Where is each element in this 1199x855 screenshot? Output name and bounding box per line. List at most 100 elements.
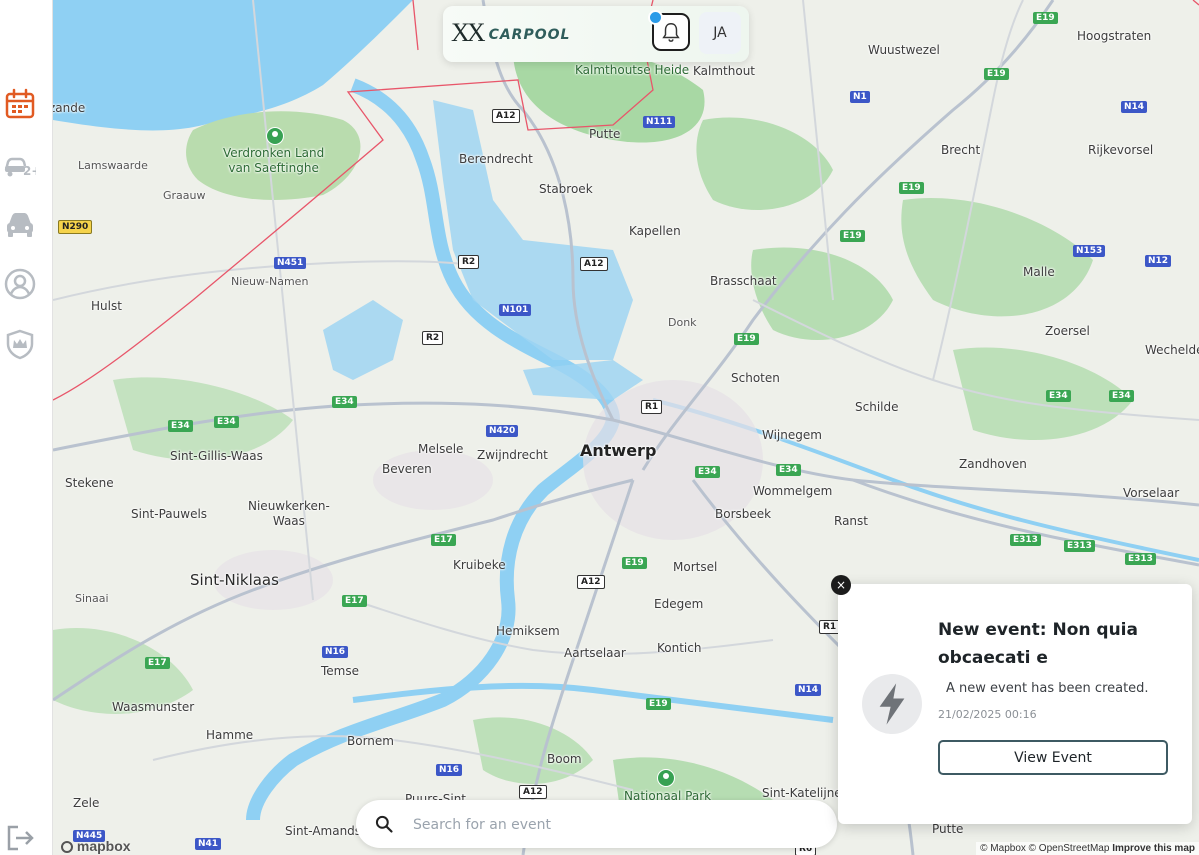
shield-crown-icon	[6, 329, 34, 360]
view-event-button[interactable]: View Event	[938, 740, 1168, 775]
place-label: Berendrecht	[459, 152, 533, 166]
road-shield: N16	[436, 764, 463, 776]
sidebar-item-car[interactable]	[3, 207, 37, 241]
place-label: Donk	[668, 316, 697, 329]
sidebar-item-profile[interactable]	[3, 267, 37, 301]
place-label: Sint-Pauwels	[131, 507, 208, 521]
app-logo[interactable]: XX CARPOOL	[451, 20, 570, 46]
road-shield: A12	[519, 785, 547, 799]
road-shield: N1	[850, 91, 870, 103]
place-label: Wuustwezel	[868, 43, 940, 57]
sidebar-item-admin[interactable]	[3, 327, 37, 361]
logo-wordmark: CARPOOL	[488, 27, 571, 43]
road-shield: E17	[145, 657, 170, 669]
road-shield: E34	[695, 466, 720, 478]
road-shield: E19	[622, 557, 647, 569]
place-label: Hemiksem	[496, 624, 560, 638]
place-label: Wechelderza	[1145, 343, 1199, 357]
place-label: Graauw	[163, 189, 206, 202]
avatar[interactable]: JA	[699, 12, 741, 54]
notification-indicator	[648, 10, 663, 25]
place-label: Hoogstraten	[1077, 29, 1152, 43]
road-shield: N16	[322, 646, 349, 658]
place-label: Bornem	[347, 734, 394, 748]
place-label: Putte	[589, 127, 621, 141]
place-label: Melsele	[418, 442, 464, 456]
close-notification-button[interactable]: ×	[831, 575, 851, 595]
place-label: Hamme	[206, 728, 254, 742]
calendar-icon	[5, 88, 35, 119]
sidebar-item-calendar[interactable]	[3, 87, 37, 121]
place-label: Vorselaar	[1123, 486, 1180, 500]
road-shield: N420	[486, 425, 519, 437]
place-label: Zwijndrecht	[477, 448, 548, 462]
place-label: Mortsel	[673, 560, 718, 574]
place-label: Stekene	[65, 476, 114, 490]
mapbox-logo-icon	[61, 841, 73, 853]
mapbox-logo[interactable]: mapbox	[61, 838, 131, 854]
sidebar-item-carpool[interactable]: 2+	[3, 147, 37, 181]
logout-icon	[7, 825, 34, 851]
park-marker-icon	[657, 769, 675, 787]
place-label: Sint-Gillis-Waas	[170, 449, 263, 463]
road-shield: E34	[214, 416, 239, 428]
road-shield: R1	[641, 400, 663, 414]
road-shield: N451	[274, 257, 307, 269]
road-shield: E19	[984, 68, 1009, 80]
place-label: Schoten	[731, 371, 780, 385]
search-icon	[375, 815, 393, 833]
road-shield: E19	[899, 182, 924, 194]
road-shield: E34	[1046, 390, 1071, 402]
road-shield: N12	[1145, 255, 1172, 267]
place-label: Kontich	[657, 641, 702, 655]
park-marker-icon	[266, 127, 284, 145]
place-label: Kruibeke	[453, 558, 506, 572]
place-label: Kalmthout	[693, 64, 755, 78]
logo-mark: XX	[451, 18, 486, 47]
place-label: Rijkevorsel	[1088, 143, 1154, 157]
place-label: Aartselaar	[564, 646, 626, 660]
notification-icon-circle	[862, 674, 922, 734]
road-shield: N153	[1073, 245, 1106, 257]
road-shield: N290	[58, 220, 93, 234]
place-label: Zele	[73, 796, 100, 810]
place-label: Borsbeek	[715, 507, 772, 521]
place-label: Sint-Niklaas	[190, 571, 279, 589]
road-shield: E34	[776, 464, 801, 476]
place-label: Sinaai	[75, 592, 109, 605]
place-label: Boom	[547, 752, 582, 766]
place-label: Malle	[1023, 265, 1055, 279]
place-label: Lamswaarde	[78, 159, 148, 172]
road-shield: E34	[168, 420, 193, 432]
notification-timestamp: 21/02/2025 00:16	[938, 708, 1037, 721]
place-label: Nieuwkerken- Waas	[248, 499, 330, 528]
search-input[interactable]	[411, 808, 815, 842]
road-shield: E19	[1033, 12, 1058, 24]
app-root: zande Lamswaarde Graauw Verdronken Land …	[0, 0, 1199, 855]
road-shield: A12	[580, 257, 608, 271]
place-label: Temse	[321, 664, 359, 678]
road-shield: E313	[1064, 540, 1095, 552]
road-shield: E19	[840, 230, 865, 242]
place-label: Sint-Amands	[285, 824, 362, 838]
logout-button[interactable]	[3, 821, 37, 855]
improve-map-link[interactable]: Improve this map	[1112, 843, 1195, 854]
place-label: Wijnegem	[762, 428, 822, 442]
event-search-bar	[356, 800, 837, 848]
road-shield: R2	[458, 255, 480, 269]
place-label: Nieuw-Namen	[231, 275, 309, 288]
road-shield: R2	[422, 331, 444, 345]
place-label: Kapellen	[629, 224, 681, 238]
place-label: Sint-Katelijne	[762, 786, 842, 800]
road-shield: N101	[499, 304, 532, 316]
road-shield: A12	[492, 109, 520, 123]
place-label: Waasmunster	[112, 700, 195, 714]
carpool-2plus-icon: 2+	[4, 157, 36, 178]
svg-text:2+: 2+	[23, 164, 36, 178]
place-label: Brecht	[941, 143, 981, 157]
notification-message: A new event has been created.	[946, 681, 1149, 696]
place-label-city: Antwerp	[580, 441, 657, 460]
place-label: Putte	[932, 822, 964, 836]
road-shield: E313	[1010, 534, 1041, 546]
place-label: Zandhoven	[959, 457, 1027, 471]
